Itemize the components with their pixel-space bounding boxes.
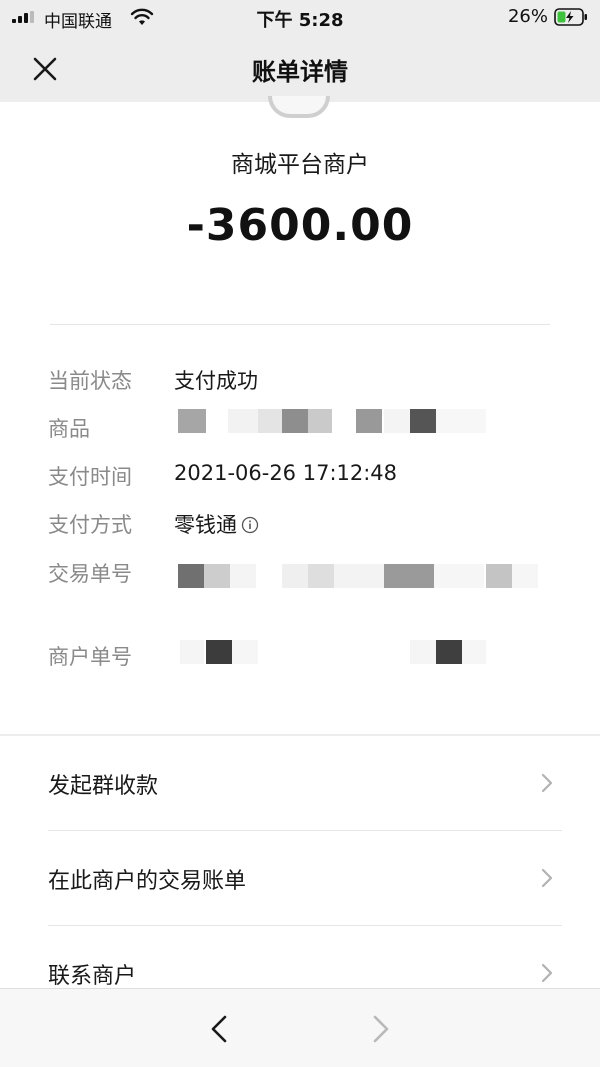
pay-time-value: 2021-06-26 17:12:48 bbox=[174, 461, 398, 485]
chevron-right-icon bbox=[541, 773, 553, 793]
battery-charging-icon bbox=[554, 8, 587, 26]
battery-percent: 26% bbox=[507, 6, 548, 27]
pay-method-value: 零钱通 bbox=[174, 513, 237, 537]
merchant-name: 商城平台商户 bbox=[231, 152, 369, 178]
merchant-avatar bbox=[268, 96, 330, 118]
bill-detail-card: 商城平台商户 -3600.00 当前状态 支付成功 商品 支付时间 2021-0… bbox=[0, 96, 600, 734]
forward-arrow-icon[interactable] bbox=[368, 1013, 394, 1045]
product-label: 商品 bbox=[48, 417, 90, 441]
merchant-order-redacted bbox=[180, 640, 490, 664]
group-collect-label: 发起群收款 bbox=[48, 774, 159, 799]
product-value-redacted bbox=[178, 409, 498, 433]
bottom-toolbar bbox=[0, 988, 600, 1067]
pay-time-label: 支付时间 bbox=[48, 465, 132, 489]
status-bar: 中国联通 下午 5:28 26% bbox=[0, 0, 600, 34]
info-icon[interactable] bbox=[241, 516, 259, 534]
page-title: 账单详情 bbox=[252, 58, 348, 86]
status-label: 当前状态 bbox=[48, 369, 132, 393]
pay-method: 零钱通 bbox=[174, 509, 259, 539]
pay-method-label: 支付方式 bbox=[48, 513, 132, 537]
payment-amount: -3600.00 bbox=[186, 200, 414, 251]
nav-bar: 账单详情 bbox=[0, 34, 600, 102]
merchant-order-label: 商户单号 bbox=[48, 645, 132, 669]
chevron-right-icon bbox=[541, 868, 553, 888]
merchant-bills-item[interactable]: 在此商户的交易账单 bbox=[0, 831, 600, 925]
chevron-right-icon bbox=[541, 963, 553, 983]
group-collect-item[interactable]: 发起群收款 bbox=[0, 736, 600, 830]
status-value: 支付成功 bbox=[174, 369, 258, 393]
action-list: 发起群收款 在此商户的交易账单 联系商户 bbox=[0, 736, 600, 996]
back-arrow-icon[interactable] bbox=[206, 1013, 232, 1045]
transaction-id-redacted bbox=[178, 564, 548, 588]
merchant-bills-label: 在此商户的交易账单 bbox=[48, 869, 247, 894]
divider bbox=[50, 324, 550, 325]
contact-merchant-label: 联系商户 bbox=[48, 964, 137, 989]
transaction-id-label: 交易单号 bbox=[48, 562, 132, 586]
